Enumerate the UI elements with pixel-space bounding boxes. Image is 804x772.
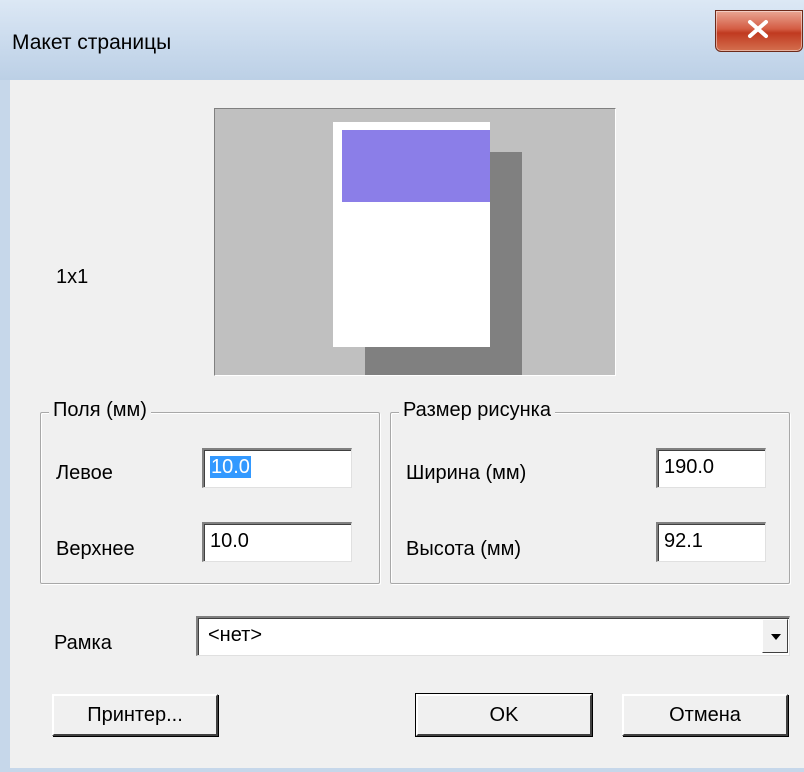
margins-legend: Поля (мм) bbox=[49, 399, 151, 422]
close-icon bbox=[748, 20, 768, 38]
height-value: 92.1 bbox=[664, 530, 703, 552]
chevron-down-icon bbox=[771, 634, 781, 640]
top-margin-label: Верхнее bbox=[56, 538, 135, 560]
printer-button[interactable]: Принтер... bbox=[52, 694, 218, 736]
picture-placeholder bbox=[342, 130, 490, 202]
layout-label: 1x1 bbox=[56, 266, 89, 288]
top-margin-value: 10.0 bbox=[210, 530, 249, 552]
frame-select[interactable]: <нет> bbox=[196, 616, 790, 656]
dialog-body: 1x1 Поля (мм) Левое 10.0 Верхнее 10.0 Ра… bbox=[10, 80, 804, 768]
width-value: 190.0 bbox=[664, 456, 715, 478]
frame-selected-value: <нет> bbox=[208, 624, 263, 646]
height-label: Высота (мм) bbox=[406, 538, 522, 560]
dialog-window: Макет страницы 1x1 Поля (мм) Левое 10.0 … bbox=[0, 0, 804, 772]
cancel-button[interactable]: Отмена bbox=[622, 694, 788, 736]
width-input[interactable]: 190.0 bbox=[656, 448, 766, 488]
left-margin-value: 10.0 bbox=[210, 456, 251, 478]
top-margin-input[interactable]: 10.0 bbox=[202, 522, 352, 562]
width-label: Ширина (мм) bbox=[406, 462, 527, 484]
page-preview bbox=[214, 108, 616, 376]
left-margin-input[interactable]: 10.0 bbox=[202, 448, 352, 488]
close-button[interactable] bbox=[715, 10, 803, 52]
ok-button[interactable]: OK bbox=[415, 693, 593, 737]
picture-size-legend: Размер рисунка bbox=[399, 399, 555, 422]
frame-label: Рамка bbox=[54, 632, 112, 654]
left-margin-label: Левое bbox=[56, 462, 113, 484]
title-bar[interactable]: Макет страницы bbox=[0, 0, 804, 80]
height-input[interactable]: 92.1 bbox=[656, 522, 766, 562]
frame-dropdown-button[interactable] bbox=[762, 619, 788, 653]
window-title: Макет страницы bbox=[12, 31, 172, 54]
